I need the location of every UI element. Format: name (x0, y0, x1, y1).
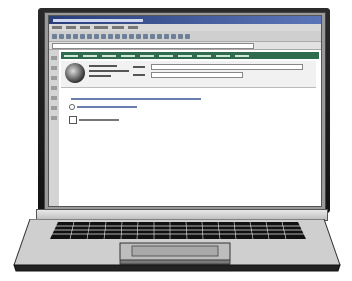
site-nav-band[interactable] (61, 52, 319, 59)
page-content (49, 50, 321, 206)
profile-field[interactable] (151, 64, 303, 70)
checkbox-label (79, 119, 119, 121)
profile-panel (61, 61, 316, 88)
checkbox[interactable] (69, 116, 77, 124)
laptop-illustration (0, 0, 352, 281)
profile-field[interactable] (151, 72, 243, 78)
laptop-base (12, 219, 342, 273)
avatar (65, 63, 85, 83)
address-bar[interactable] (49, 42, 321, 50)
radio-option[interactable] (69, 104, 75, 110)
browser-toolbar[interactable] (49, 31, 321, 42)
window-titlebar (49, 16, 321, 24)
menu-bar[interactable] (49, 24, 321, 31)
laptop-screen (48, 15, 322, 207)
left-rail (49, 50, 59, 206)
option-label (77, 106, 137, 108)
message-line (71, 98, 201, 100)
